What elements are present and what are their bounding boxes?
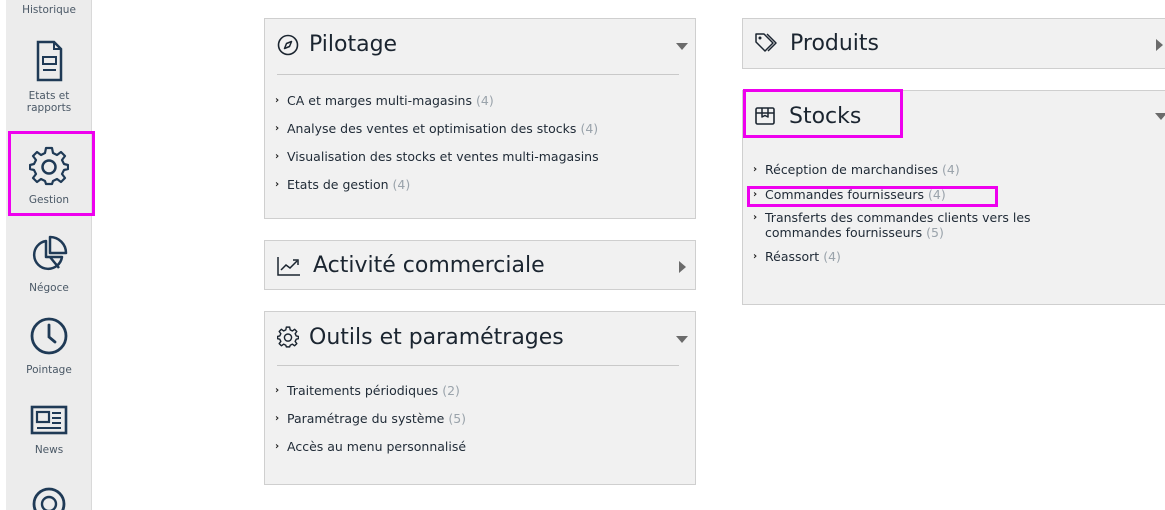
list-item[interactable]: › Analyse des ventes et optimisation des … [275, 121, 603, 136]
sidebar-item-label: Négoce [29, 282, 69, 294]
chevron-right-icon: › [753, 212, 758, 223]
sidebar-item-label: News [34, 444, 64, 456]
panel-title: Outils et paramétrages [309, 325, 564, 350]
sidebar-item-partial[interactable] [6, 484, 92, 510]
compass-icon [277, 34, 299, 56]
panel-produits: Produits [742, 18, 1165, 69]
list-item[interactable]: › Traitements périodiques (2) [275, 383, 470, 398]
chevron-right-icon: › [753, 164, 758, 175]
chevron-right-icon: › [275, 385, 280, 396]
sidebar-item-pointage[interactable]: Pointage [6, 316, 92, 376]
tags-icon [755, 33, 777, 52]
sidebar-item-label: Etats et rapports [26, 90, 72, 114]
panel-outils-header[interactable]: Outils et paramétrages [265, 312, 695, 364]
pie-chart-icon [32, 235, 68, 271]
divider [277, 365, 679, 366]
list-item[interactable]: › Transferts des commandes clients vers l… [753, 210, 1073, 240]
chevron-right-icon: › [275, 179, 280, 190]
list-item[interactable]: › Réception de marchandises (4) [753, 162, 1073, 177]
chevron-right-icon: › [275, 441, 280, 452]
help-circle-icon [32, 487, 66, 510]
caret-down-icon[interactable] [676, 43, 688, 50]
panel-activite-header[interactable]: Activité commerciale [265, 241, 695, 291]
sidebar-item-label: Historique [22, 4, 76, 16]
panel-title: Activité commerciale [313, 253, 545, 278]
stocks-list: › Réception de marchandises (4) › Commandes… [753, 162, 1073, 264]
list-item[interactable]: › Paramétrage du système (5) [275, 411, 470, 426]
panel-title: Pilotage [309, 32, 398, 57]
gear-icon [277, 326, 299, 348]
panel-pilotage: Pilotage › CA et marges multi-magasins (4)… [264, 18, 696, 219]
panel-activite-commerciale: Activité commerciale [264, 240, 696, 290]
trend-chart-icon [277, 257, 300, 276]
list-item[interactable]: › Etats de gestion (4) [275, 177, 603, 192]
chevron-right-icon: › [275, 95, 280, 106]
list-item[interactable]: › CA et marges multi-magasins (4) [275, 93, 603, 108]
outils-list: › Traitements périodiques (2) › Paramétrage… [275, 383, 470, 454]
stocks-highlight-box [743, 89, 903, 138]
pilotage-list: › CA et marges multi-magasins (4) › Analyse… [275, 93, 603, 192]
sidebar-item-negoce[interactable]: Négoce [6, 234, 92, 294]
chevron-right-icon: › [753, 251, 758, 262]
commandes-fournisseurs-highlight-box [747, 186, 998, 207]
chevron-right-icon: › [275, 123, 280, 134]
sidebar: Historique Etats et rapports Gestion Nég… [6, 0, 92, 510]
newspaper-icon [30, 405, 68, 435]
gestion-highlight-box [8, 131, 95, 216]
list-item[interactable]: › Accès au menu personnalisé [275, 439, 470, 454]
report-icon [36, 40, 63, 82]
caret-right-icon[interactable] [679, 261, 686, 273]
panel-outils-parametrages: Outils et paramétrages › Traitements péri… [264, 311, 696, 485]
divider [277, 74, 679, 75]
sidebar-item-news[interactable]: News [6, 404, 92, 456]
clock-icon [30, 317, 68, 355]
list-item[interactable]: › Visualisation des stocks et ventes mult… [275, 149, 603, 164]
list-item[interactable]: › Réassort (4) [753, 249, 1073, 264]
panel-title: Produits [790, 31, 880, 56]
panel-produits-header[interactable]: Produits [743, 19, 1165, 70]
chevron-right-icon: › [275, 413, 280, 424]
chevron-right-icon: › [275, 151, 280, 162]
sidebar-item-etats-rapports[interactable]: Etats et rapports [6, 40, 92, 114]
caret-down-icon[interactable] [1155, 113, 1165, 120]
panel-pilotage-header[interactable]: Pilotage [265, 19, 695, 71]
caret-right-icon[interactable] [1156, 39, 1163, 51]
sidebar-item-label: Pointage [26, 364, 72, 376]
sidebar-item-historique[interactable]: Historique [6, 4, 92, 16]
caret-down-icon[interactable] [676, 336, 688, 343]
